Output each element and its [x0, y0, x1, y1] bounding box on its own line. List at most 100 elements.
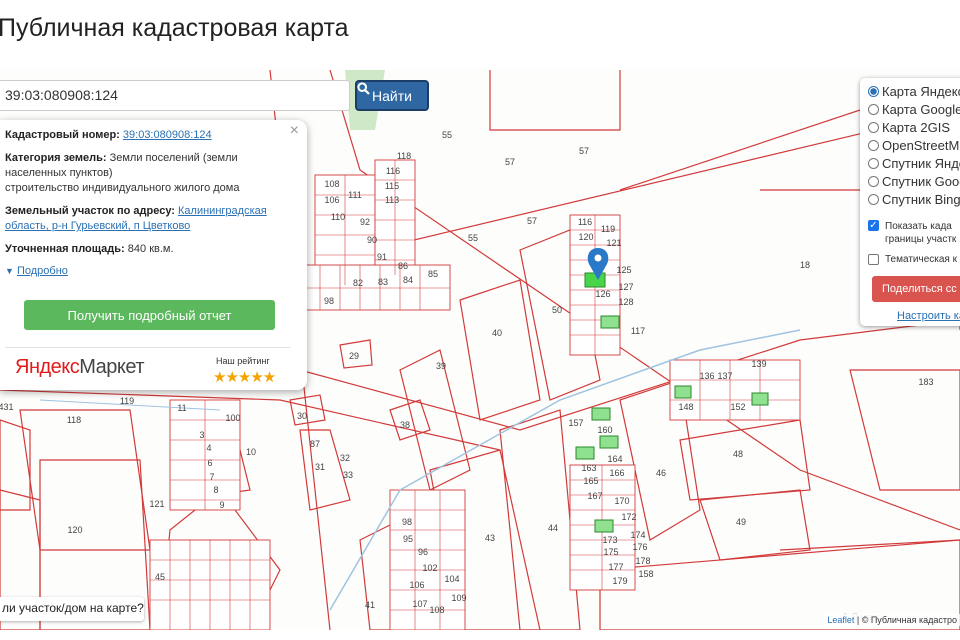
- svg-text:158: 158: [638, 569, 653, 579]
- svg-text:85: 85: [428, 269, 438, 279]
- svg-text:157: 157: [568, 418, 583, 428]
- svg-text:120: 120: [578, 232, 593, 242]
- search-button[interactable]: Найти: [355, 80, 429, 111]
- yandex-market-logo[interactable]: ЯндексМаркет: [15, 356, 144, 379]
- svg-text:55: 55: [468, 233, 478, 243]
- layer-option-2gis-map[interactable]: Карта 2GIS: [868, 118, 950, 136]
- svg-text:177: 177: [608, 562, 623, 572]
- layer-option-google-map[interactable]: Карта Google: [868, 100, 960, 118]
- radio-icon: [868, 139, 879, 151]
- divider: [5, 347, 290, 348]
- svg-text:39: 39: [436, 361, 446, 371]
- thematic-map-checkbox[interactable]: Тематическая к: [868, 250, 957, 268]
- svg-text:113: 113: [385, 195, 399, 205]
- svg-text:128: 128: [618, 297, 633, 307]
- svg-text:107: 107: [412, 599, 427, 609]
- svg-text:40: 40: [492, 328, 502, 338]
- land-category-label: Категория земель:: [5, 152, 107, 164]
- svg-text:172: 172: [621, 512, 636, 522]
- svg-text:7: 7: [209, 472, 214, 482]
- layer-option-yandex-satellite[interactable]: Спутник Яндекс: [868, 154, 960, 172]
- get-report-button[interactable]: Получить подробный отчет: [24, 300, 275, 330]
- configure-map-link[interactable]: Настроить ка: [897, 310, 960, 322]
- svg-text:170: 170: [614, 496, 629, 506]
- svg-text:118: 118: [397, 151, 411, 161]
- svg-text:48: 48: [733, 449, 743, 459]
- radio-icon: [868, 193, 879, 205]
- svg-text:163: 163: [581, 463, 596, 473]
- address-label: Земельный участок по адресу:: [5, 205, 175, 217]
- svg-text:175: 175: [603, 547, 618, 557]
- svg-text:84: 84: [403, 275, 413, 285]
- svg-text:30: 30: [297, 411, 307, 421]
- svg-text:116: 116: [386, 166, 400, 176]
- svg-text:127: 127: [618, 282, 633, 292]
- svg-text:139: 139: [751, 359, 766, 369]
- cadastral-number-label: Кадастровый номер:: [5, 129, 120, 141]
- layer-option-yandex-map[interactable]: Карта Яндекс: [868, 82, 960, 100]
- svg-text:110: 110: [331, 212, 345, 222]
- svg-text:11: 11: [177, 403, 186, 413]
- layer-option-google-satellite[interactable]: Спутник Google: [868, 172, 960, 190]
- svg-text:117: 117: [631, 326, 645, 336]
- layer-option-openstreetmap[interactable]: OpenStreetMap: [868, 136, 960, 154]
- svg-text:49: 49: [736, 517, 746, 527]
- svg-text:174: 174: [630, 530, 645, 540]
- svg-text:115: 115: [385, 181, 399, 191]
- svg-text:106: 106: [324, 195, 339, 205]
- cadastral-number-link[interactable]: 39:03:080908:124: [123, 129, 212, 141]
- svg-text:57: 57: [579, 146, 589, 156]
- radio-icon: [868, 103, 879, 115]
- svg-text:183: 183: [918, 377, 933, 387]
- svg-text:90: 90: [367, 235, 377, 245]
- svg-text:9: 9: [219, 500, 224, 510]
- leaflet-link[interactable]: Leaflet: [827, 615, 854, 625]
- checkbox-icon: [868, 253, 879, 265]
- details-toggle[interactable]: ▼ Подробно: [5, 265, 68, 277]
- details-link-label: Подробно: [16, 265, 68, 277]
- radio-icon: [868, 157, 879, 169]
- svg-text:167: 167: [587, 491, 602, 501]
- radio-icon: [868, 121, 879, 133]
- svg-text:111: 111: [348, 190, 362, 200]
- svg-text:152: 152: [730, 402, 745, 412]
- svg-text:431: 431: [0, 402, 14, 412]
- area-value: 840 кв.м.: [127, 243, 174, 255]
- checkbox-checked-icon: ✓: [868, 220, 879, 231]
- close-icon[interactable]: ×: [290, 122, 299, 140]
- svg-text:179: 179: [612, 576, 627, 586]
- svg-text:118: 118: [67, 415, 81, 425]
- svg-text:165: 165: [583, 476, 598, 486]
- cadastral-map[interactable]: 55 57 57 55 57 18 183 50 40 39 29 30 38 119 118 12…: [0, 70, 960, 630]
- svg-text:3: 3: [199, 430, 204, 440]
- svg-text:108: 108: [429, 605, 444, 615]
- svg-text:43: 43: [485, 533, 495, 543]
- svg-text:116: 116: [578, 217, 592, 227]
- question-banner[interactable]: ли участок/дом на карте?: [0, 597, 144, 621]
- svg-text:120: 120: [67, 525, 82, 535]
- svg-text:102: 102: [422, 563, 437, 573]
- svg-text:166: 166: [609, 468, 624, 478]
- radio-icon: [868, 85, 879, 97]
- svg-text:136: 136: [699, 371, 714, 381]
- svg-text:18: 18: [800, 260, 810, 270]
- land-use-value: строительство индивидуального жилого дом…: [5, 182, 240, 194]
- svg-text:8: 8: [213, 485, 218, 495]
- svg-text:46: 46: [656, 468, 666, 478]
- svg-text:86: 86: [398, 261, 408, 271]
- search-input[interactable]: 39:03:080908:124: [0, 80, 350, 111]
- svg-text:32: 32: [340, 453, 350, 463]
- svg-text:176: 176: [632, 542, 647, 552]
- parcel-info-popup: × Кадастровый номер: 39:03:080908:124 Ка…: [0, 120, 307, 390]
- svg-text:121: 121: [149, 499, 164, 509]
- svg-text:148: 148: [678, 402, 693, 412]
- svg-text:41: 41: [365, 600, 375, 610]
- svg-text:164: 164: [607, 454, 622, 464]
- layer-option-bing-satellite[interactable]: Спутник Bing: [868, 190, 960, 208]
- svg-text:108: 108: [324, 179, 339, 189]
- svg-text:119: 119: [120, 396, 134, 406]
- svg-text:50: 50: [552, 305, 562, 315]
- share-link-button[interactable]: Поделиться сс: [872, 276, 960, 302]
- show-cadastral-borders-checkbox[interactable]: ✓ Показать када границы участк: [868, 220, 956, 248]
- svg-text:100: 100: [225, 413, 240, 423]
